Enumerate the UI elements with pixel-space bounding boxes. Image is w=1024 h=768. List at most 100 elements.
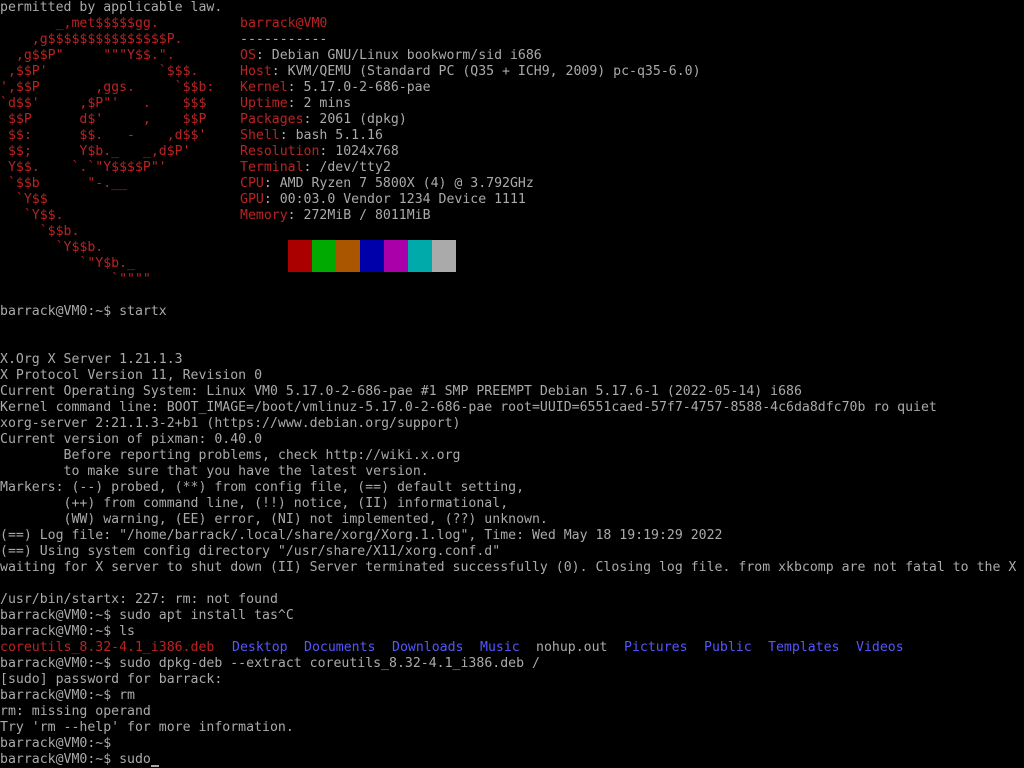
ls-directory: Documents <box>304 640 376 655</box>
fetch-value: 00:03.0 Vendor 1234 Device 1111 <box>279 192 526 207</box>
ls-directory: Pictures <box>624 640 688 655</box>
xorg-log-line: to make sure that you have the latest ve… <box>0 464 429 479</box>
fetch-value: 272MiB / 8011MiB <box>303 208 431 223</box>
fetch-colon: : <box>287 80 304 95</box>
terminal-line-empty-prompt: barrack@VM0:~$ <box>0 736 119 752</box>
terminal-line-dpkg: barrack@VM0:~$ sudo dpkg-deb --extract c… <box>0 656 540 672</box>
ls-directory: Music <box>480 640 520 655</box>
fetch-row: Uptime: 2 mins <box>240 96 701 112</box>
command-text: ls <box>119 624 135 639</box>
color-swatch <box>312 240 336 272</box>
fetch-colon: : <box>263 192 280 207</box>
ls-directory: Videos <box>856 640 904 655</box>
fetch-label: GPU <box>240 192 264 207</box>
prompt: barrack@VM0:~$ <box>0 304 120 319</box>
xorg-log-line: (==) Log file: "/home/barrack/.local/sha… <box>0 528 723 543</box>
fetch-row: Packages: 2061 (dpkg) <box>240 112 701 128</box>
debian-ascii-logo: _,met$$$$$gg. ,g$$$$$$$$$$$$$$$P. ,g$$P"… <box>0 16 214 288</box>
fetch-value: 2061 (dpkg) <box>319 112 407 127</box>
ls-directory: Templates <box>768 640 840 655</box>
terminal-line-rm-error: rm: missing operand <box>0 704 151 719</box>
xorg-log-line: waiting for X server to shut down (II) S… <box>0 560 1017 575</box>
terminal-line-ls: barrack@VM0:~$ ls <box>0 624 135 640</box>
logo-line: $$; Y$b._ _,d$P' <box>0 144 191 159</box>
xorg-log-line: Current version of pixman: 0.40.0 <box>0 432 263 447</box>
fetch-colon: : <box>319 144 336 159</box>
fetch-colon: : <box>303 112 320 127</box>
prompt: barrack@VM0:~$ <box>0 752 120 767</box>
logo-line: $$P d$' , $$P <box>0 112 207 127</box>
xorg-log-line: X Protocol Version 11, Revision 0 <box>0 368 263 383</box>
xorg-log-line: xorg-server 2:21.1.3-2+b1 (https://www.d… <box>0 416 461 431</box>
command-text: sudo apt install tas^C <box>119 608 294 623</box>
xorg-log-line: Current Operating System: Linux VM0 5.17… <box>0 384 802 399</box>
logo-line: `$$b "-.__ <box>0 176 128 191</box>
fetch-colon: : <box>287 96 304 111</box>
command-text: sudo dpkg-deb --extract coreutils_8.32-4… <box>119 656 540 671</box>
xorg-log-line: Markers: (--) probed, (**) from config f… <box>0 480 525 495</box>
fetch-label: Packages <box>240 112 304 127</box>
ls-directory: Public <box>704 640 752 655</box>
fetch-label: Resolution <box>240 144 320 159</box>
fetch-value: AMD Ryzen 7 5800X (4) @ 3.792GHz <box>279 176 534 191</box>
fetch-value: 5.17.0-2-686-pae <box>303 80 431 95</box>
fetch-row: OS: Debian GNU/Linux bookworm/sid i686 <box>240 48 701 64</box>
logo-line: $$: $$. - ,d$$' <box>0 128 207 143</box>
xorg-log-line: Before reporting problems, check http://… <box>0 448 461 463</box>
color-palette <box>264 240 456 272</box>
fetch-value: Debian GNU/Linux bookworm/sid i686 <box>271 48 542 63</box>
fetch-value: 2 mins <box>303 96 352 111</box>
ls-file: coreutils_8.32-4.1_i386.deb <box>0 640 215 655</box>
fetch-label: Memory <box>240 208 288 223</box>
logo-line: `Y$$ <box>0 192 48 207</box>
terminal-line-rm: barrack@VM0:~$ rm <box>0 688 135 704</box>
prompt: barrack@VM0:~$ <box>0 624 120 639</box>
fetch-row: GPU: 00:03.0 Vendor 1234 Device 1111 <box>240 192 701 208</box>
ls-directory: Downloads <box>392 640 464 655</box>
terminal-line-startx: barrack@VM0:~$ startx <box>0 304 167 320</box>
terminal-line-license: permitted by applicable law. <box>0 0 223 15</box>
system-info-panel: barrack@VM0 ----------- OS: Debian GNU/L… <box>240 16 701 224</box>
ls-directory: Desktop <box>232 640 288 655</box>
fetch-row: Memory: 272MiB / 8011MiB <box>240 208 701 224</box>
terminal-input-line[interactable]: barrack@VM0:~$ sudo <box>0 752 159 768</box>
fetch-colon: : <box>303 160 320 175</box>
fetch-label: Shell <box>240 128 280 143</box>
color-swatch <box>384 240 408 272</box>
terminal-screen[interactable]: permitted by applicable law. _,met$$$$$g… <box>0 0 1024 768</box>
fetch-row: Kernel: 5.17.0-2-686-pae <box>240 80 701 96</box>
command-input[interactable]: sudo <box>119 752 151 767</box>
logo-line: ',$$P ,ggs. `$$b: <box>0 80 215 95</box>
xorg-log-line: (==) Using system config directory "/usr… <box>0 544 501 559</box>
fetch-colon: : <box>263 176 280 191</box>
logo-line: `Y$$. <box>0 208 64 223</box>
logo-line: `$$b. <box>0 224 80 239</box>
fetch-colon: : <box>255 48 272 63</box>
terminal-line-sudo-prompt: [sudo] password for barrack: <box>0 672 223 687</box>
terminal-line-startx-error: /usr/bin/startx: 227: rm: not found <box>0 592 278 607</box>
logo-line: ,$$P' `$$$. <box>0 64 199 79</box>
fetch-separator: ----------- <box>240 32 328 47</box>
fetch-label: Terminal <box>240 160 304 175</box>
command-text: startx <box>119 304 167 319</box>
fetch-user-host: barrack@VM0 <box>240 16 328 31</box>
color-swatch <box>336 240 360 272</box>
logo-line: `Y$$b. <box>0 240 104 255</box>
prompt: barrack@VM0:~$ <box>0 688 120 703</box>
ls-file: nohup.out <box>536 640 608 655</box>
prompt: barrack@VM0:~$ <box>0 608 120 623</box>
command-text: rm <box>119 688 135 703</box>
fetch-label: Uptime <box>240 96 288 111</box>
text-cursor <box>150 765 159 767</box>
color-swatch <box>432 240 456 272</box>
logo-line: ,g$$$$$$$$$$$$$$$P. <box>0 32 183 47</box>
fetch-row: Host: KVM/QEMU (Standard PC (Q35 + ICH9,… <box>240 64 701 80</box>
fetch-value: KVM/QEMU (Standard PC (Q35 + ICH9, 2009)… <box>287 64 701 79</box>
fetch-colon: : <box>271 64 288 79</box>
xorg-log-line: (WW) warning, (EE) error, (NI) not imple… <box>0 512 548 527</box>
fetch-label: CPU <box>240 176 264 191</box>
logo-line: `"Y$b._ <box>0 256 135 271</box>
color-swatch <box>264 240 288 272</box>
prompt: barrack@VM0:~$ <box>0 656 120 671</box>
fetch-label: Host <box>240 64 272 79</box>
